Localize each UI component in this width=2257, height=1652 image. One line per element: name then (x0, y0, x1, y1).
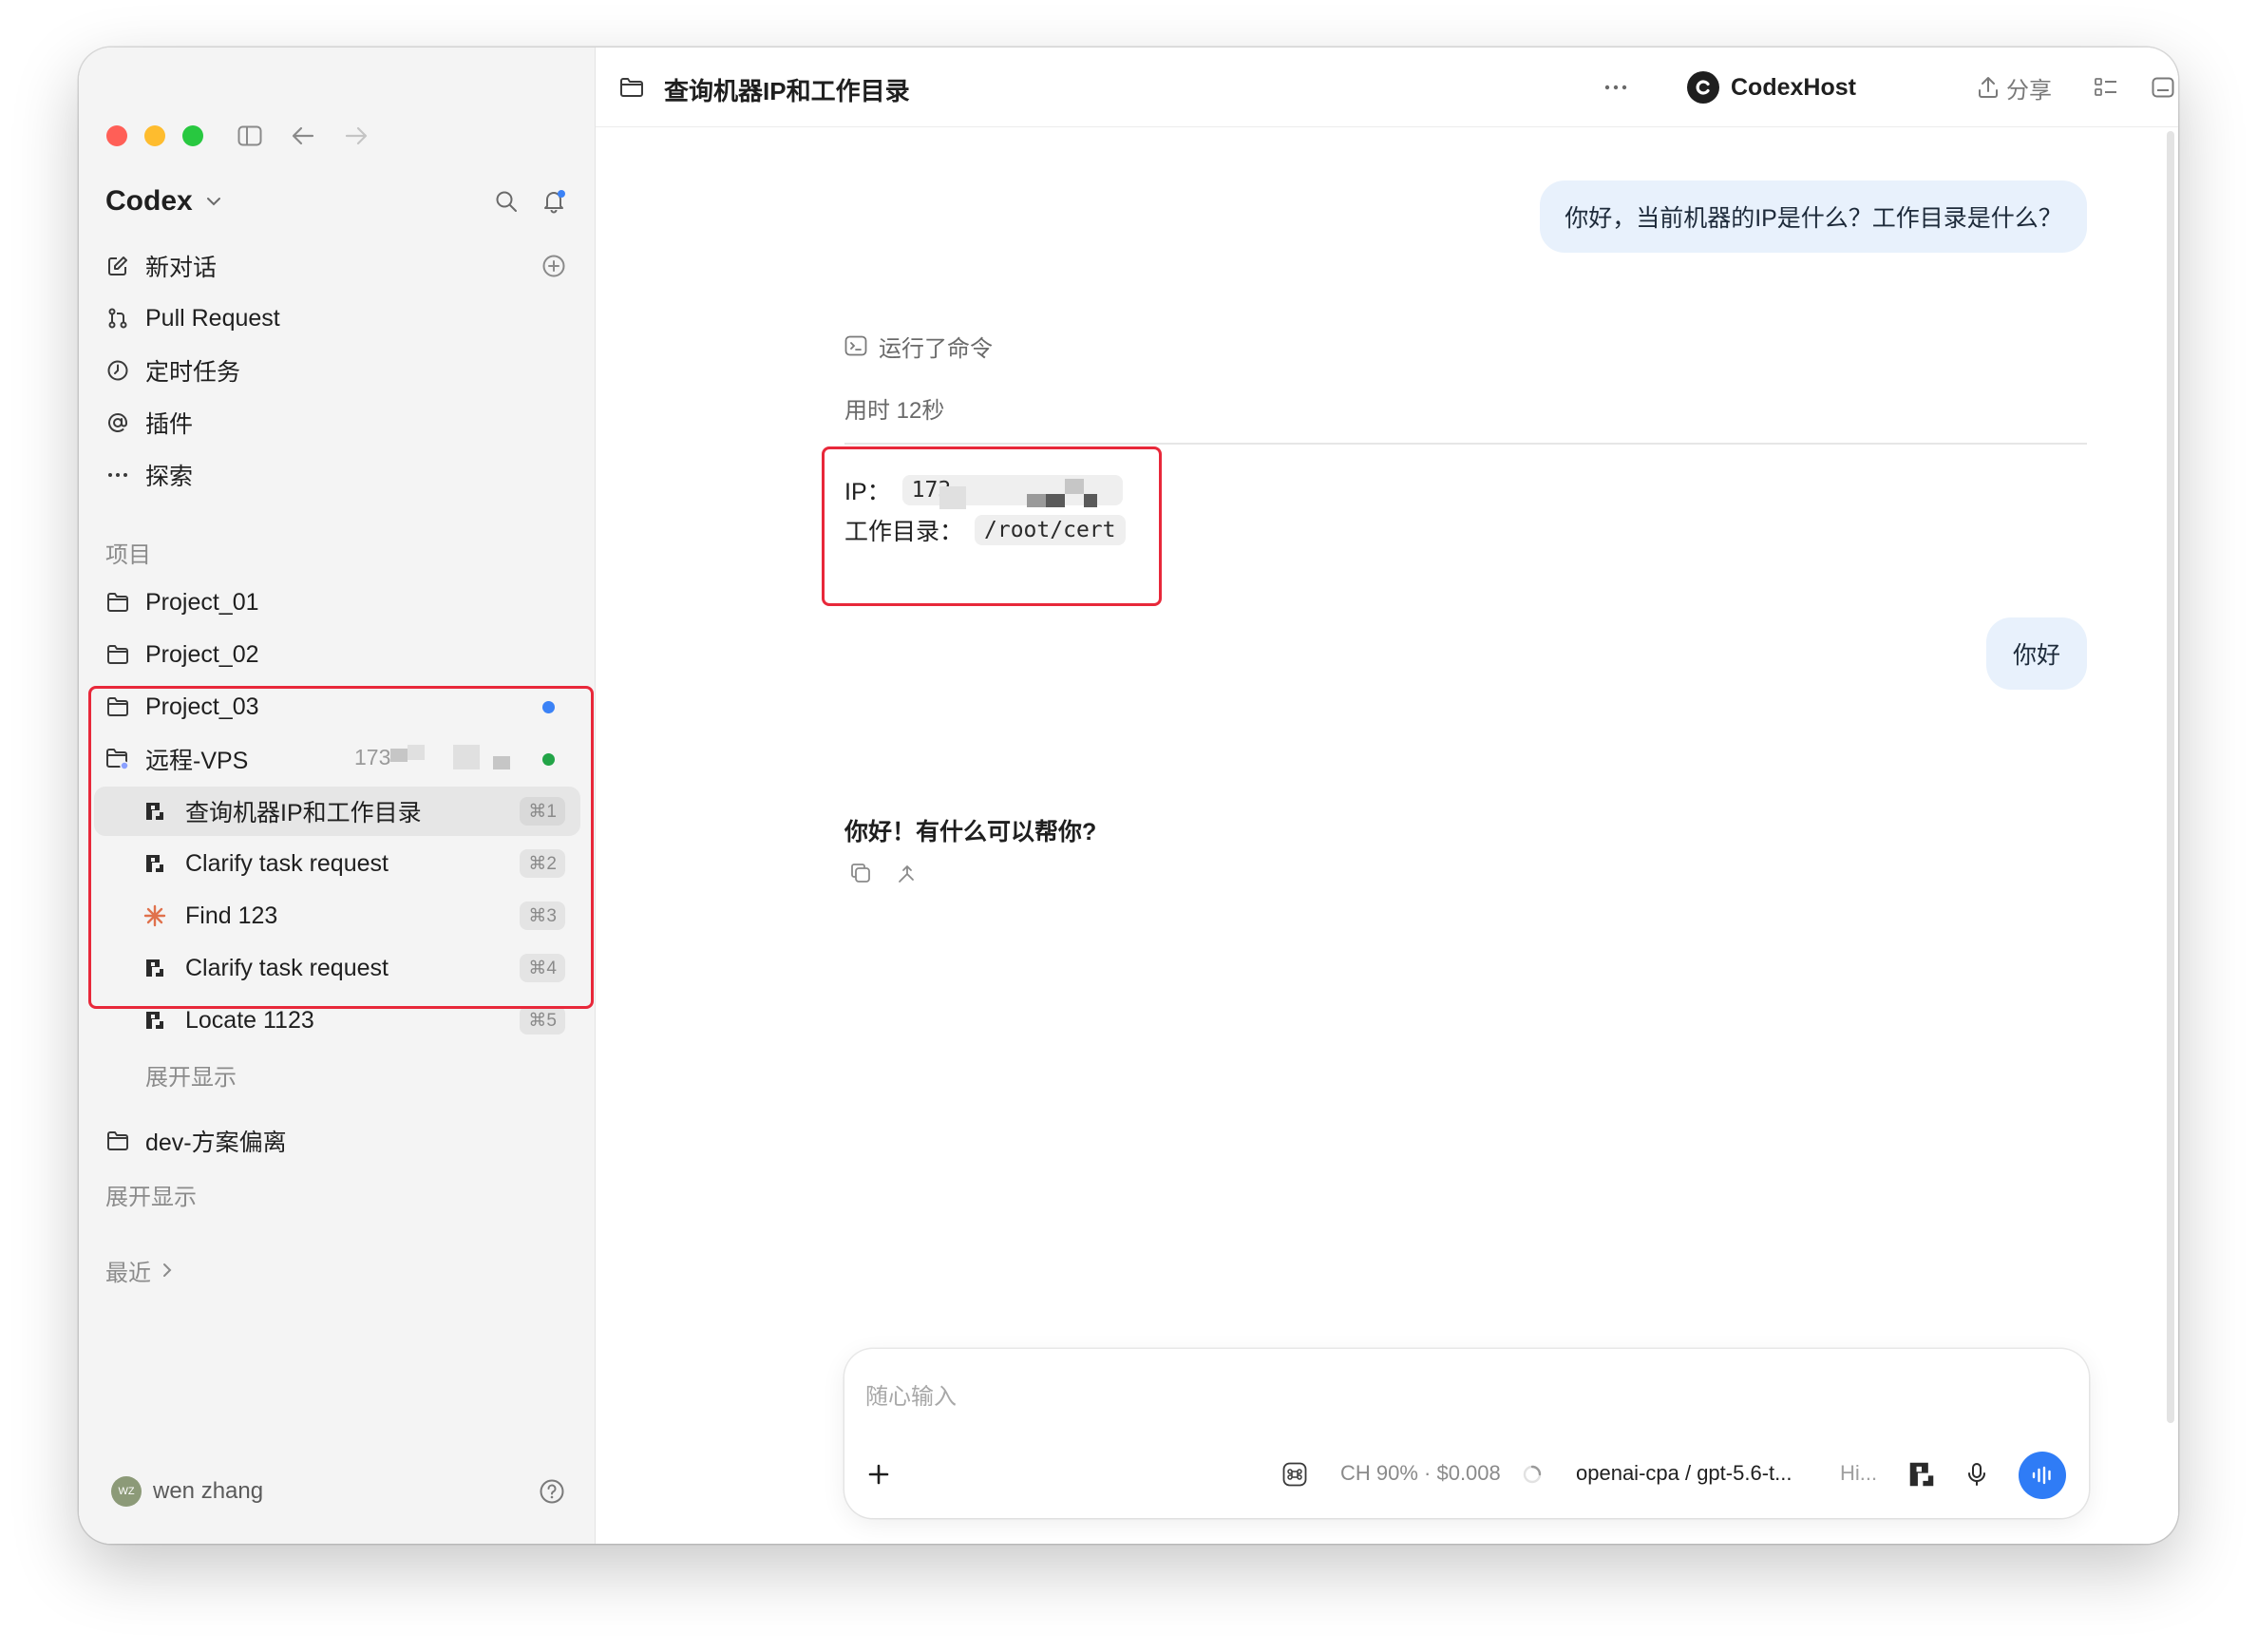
nav-explore[interactable]: 探索 (104, 452, 193, 498)
app-name: Codex (105, 185, 193, 217)
bottom-panel-icon[interactable] (2144, 68, 2178, 106)
divider (844, 443, 2087, 445)
forward-arrow-icon[interactable] (337, 117, 375, 155)
search-icon[interactable] (487, 182, 525, 220)
add-attachment-icon[interactable] (860, 1455, 898, 1493)
user-profile[interactable]: WZ wen zhang (111, 1472, 263, 1510)
audio-wave-icon (2032, 1466, 2051, 1485)
terminal-icon (844, 335, 867, 356)
command-run-label: 运行了命令 (879, 335, 993, 362)
sidebar-toggle-icon[interactable] (231, 117, 269, 155)
nav-label: 探索 (145, 464, 194, 490)
composer-placeholder[interactable]: 随心输入 (865, 1377, 957, 1411)
command-key-icon[interactable] (1276, 1455, 1314, 1493)
project-label: dev-方案偏离 (145, 1130, 287, 1156)
nav-label: 新对话 (145, 255, 218, 281)
codex-host-icon[interactable] (1903, 1455, 1941, 1493)
folder-icon (613, 68, 651, 106)
back-arrow-icon[interactable] (284, 117, 322, 155)
user-message-bubble: 你好，当前机器的IP是什么？工作目录是什么？ (1540, 180, 2087, 253)
at-icon (104, 408, 132, 437)
notification-bell-icon[interactable] (535, 182, 573, 220)
chevron-down-icon (206, 198, 220, 206)
thread-shortcut: ⌘5 (520, 1006, 565, 1035)
checklist-icon[interactable] (2087, 68, 2125, 106)
app-switcher[interactable]: Codex (105, 182, 221, 220)
mode-selector[interactable]: Hi... (1840, 1461, 1877, 1486)
nav-new-chat[interactable]: 新对话 (104, 243, 217, 289)
assistant-reply: 你好！有什么可以帮你? (844, 819, 1097, 845)
copy-icon[interactable] (844, 857, 877, 889)
fork-branch-icon[interactable] (890, 857, 922, 889)
thread-label: Locate 1123 (185, 1006, 314, 1034)
recent-section[interactable]: 最近 (105, 1254, 172, 1286)
project-item[interactable]: Project_01 (104, 579, 571, 626)
nav-pull-request[interactable]: Pull Request (104, 295, 280, 341)
ellipsis-icon (104, 461, 132, 489)
avatar: WZ (111, 1476, 142, 1507)
expand-threads-link[interactable]: 展开显示 (145, 1058, 237, 1092)
help-icon[interactable] (533, 1472, 571, 1510)
expand-projects-link[interactable]: 展开显示 (105, 1178, 197, 1211)
codex-host-icon (142, 1007, 168, 1034)
minimize-window-button[interactable] (144, 125, 165, 146)
folder-icon (104, 588, 132, 617)
nav-label: 定时任务 (145, 359, 241, 386)
project-label: Project_02 (145, 640, 259, 668)
host-selector[interactable]: CodexHost (1687, 68, 1856, 106)
projects-section-label: 项目 (105, 542, 151, 568)
highlight-box (822, 446, 1162, 606)
app-window: Codex 新对话 Pull Request 定时任务 插件 探索 项目 Pro… (79, 47, 2178, 1544)
voice-send-button[interactable] (2019, 1452, 2066, 1499)
screenshot-page: Codex 新对话 Pull Request 定时任务 插件 探索 项目 Pro… (0, 0, 2257, 1652)
edit-icon (104, 252, 132, 280)
command-run-toggle[interactable]: 运行了命令 (844, 329, 993, 363)
clock-icon (104, 356, 132, 385)
sidebar: Codex 新对话 Pull Request 定时任务 插件 探索 项目 Pro… (79, 47, 596, 1544)
folder-icon (104, 1127, 132, 1155)
loading-spinner-icon (1513, 1455, 1551, 1493)
more-options-icon[interactable] (1597, 68, 1635, 106)
add-chat-icon[interactable] (535, 247, 573, 285)
recent-label: 最近 (105, 1260, 151, 1286)
share-label: 分享 (2006, 77, 2052, 104)
context-usage: CH 90% · $0.008 (1340, 1461, 1501, 1485)
model-selector[interactable]: openai-cpa / gpt-5.6-t... (1576, 1461, 1792, 1486)
conversation-title: 查询机器IP和工作目录 (664, 77, 910, 105)
microphone-icon[interactable] (1958, 1455, 1996, 1493)
project-item[interactable]: Project_02 (104, 631, 571, 678)
upload-icon (1979, 77, 1998, 98)
codex-logo-icon (1687, 71, 1719, 104)
close-window-button[interactable] (106, 125, 127, 146)
highlight-box (88, 686, 594, 1009)
project-label: Project_01 (145, 588, 259, 616)
chevron-right-icon (163, 1263, 172, 1277)
zoom-window-button[interactable] (182, 125, 203, 146)
user-message-bubble: 你好 (1986, 617, 2087, 690)
user-name: wen zhang (153, 1478, 264, 1504)
top-bar: 查询机器IP和工作目录 CodexHost 分享 (596, 47, 2178, 127)
nav-label: Pull Request (145, 304, 280, 332)
message-composer[interactable]: 随心输入 CH 90% · $0.008 openai-cpa / gpt-5.… (844, 1349, 2089, 1518)
nav-label: 插件 (145, 411, 194, 438)
git-pull-request-icon (104, 304, 132, 332)
project-item[interactable]: dev-方案偏离 (104, 1117, 571, 1165)
host-name: CodexHost (1731, 73, 1856, 101)
elapsed-time: 用时 12秒 (844, 398, 945, 424)
nav-scheduled-tasks[interactable]: 定时任务 (104, 348, 240, 393)
nav-plugins[interactable]: 插件 (104, 400, 193, 446)
folder-icon (104, 640, 132, 669)
scrollbar[interactable] (2167, 131, 2174, 1423)
share-button[interactable]: 分享 (1978, 68, 2052, 106)
chat-main: 查询机器IP和工作目录 CodexHost 分享 你好，当前机器的IP是什么？工… (596, 47, 2178, 1544)
